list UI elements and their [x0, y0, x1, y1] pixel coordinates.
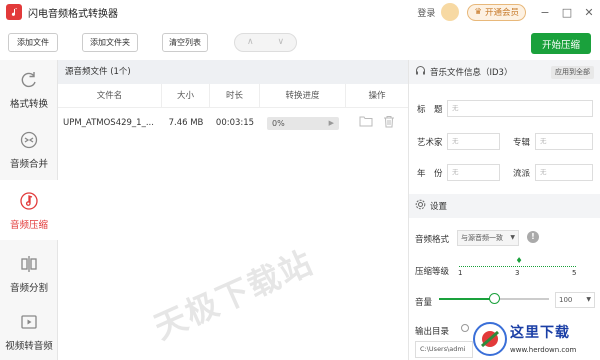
toolbar: 添加文件 添加文件夹 清空列表 ∧ ∨ 开始压缩 [0, 28, 600, 58]
chevron-down-icon: ▼ [586, 296, 591, 303]
artist-label: 艺术家 [417, 138, 443, 148]
year-label: 年 份 [417, 169, 443, 179]
table-row[interactable]: UPM_ATMOS429_1_... 7.46 MB 00:03:15 0% ▶ [58, 111, 408, 135]
file-duration: 00:03:15 [215, 118, 255, 128]
col-header-filename: 文件名 [58, 84, 162, 107]
vip-button[interactable]: ♛ 开通会员 [467, 3, 526, 21]
gear-icon [415, 199, 426, 213]
login-link[interactable]: 登录 [417, 6, 435, 19]
artist-field[interactable]: 无 [447, 133, 500, 150]
brand-url: www.herdown.com [510, 346, 577, 354]
sidebar-item-label: 音频压缩 [9, 219, 48, 231]
app-title: 闪电音频格式转换器 [28, 8, 118, 20]
volume-knob[interactable] [488, 293, 500, 304]
watermark-text: 天极下载站 [148, 242, 320, 347]
col-header-size: 大小 [162, 84, 210, 107]
settings-title: 设置 [430, 202, 448, 212]
add-folder-button[interactable]: 添加文件夹 [82, 33, 138, 52]
id3-section-header: 音乐文件信息（ID3） 应用到全部 [409, 60, 600, 84]
file-size: 7.46 MB [168, 118, 204, 128]
title-bar: 闪电音频格式转换器 登录 ♛ 开通会员 − □ ✕ [0, 0, 600, 24]
output-path-field[interactable]: C:\Users\admi [415, 341, 473, 358]
play-icon[interactable]: ▶ [329, 117, 334, 130]
title-field[interactable]: 无 [447, 100, 593, 117]
sidebar-item-video-to-audio[interactable]: 视频转音频 [0, 302, 58, 360]
sidebar-item-label: 格式转换 [9, 98, 48, 110]
folder-icon[interactable] [359, 115, 373, 131]
level-knob[interactable]: ♦ [516, 257, 523, 265]
close-button[interactable]: ✕ [578, 6, 600, 19]
start-compress-button[interactable]: 开始压缩 [531, 33, 591, 54]
maximize-button[interactable]: □ [556, 6, 578, 19]
format-select-value: 与源音频一致 [461, 234, 503, 242]
level-tick-mid: 3 [515, 269, 520, 277]
sidebar: 格式转换 音频合并 音频压缩 音频分割 视频转音频 [0, 60, 58, 360]
nav-down-button[interactable]: ∨ [266, 34, 297, 51]
chevron-down-icon: ▼ [510, 234, 515, 241]
nav-up-button[interactable]: ∧ [235, 34, 266, 51]
output-label: 输出目录 [415, 327, 450, 337]
album-field[interactable]: 无 [535, 133, 593, 150]
vip-label: 开通会员 [484, 8, 519, 18]
level-label: 压缩等级 [415, 267, 450, 277]
format-label: 音频格式 [415, 235, 450, 245]
col-header-progress: 转换进度 [260, 84, 346, 107]
genre-field[interactable]: 无 [535, 164, 593, 181]
music-note-icon [18, 190, 40, 212]
level-tick-max: 5 [572, 269, 577, 277]
genre-label: 流派 [513, 169, 531, 179]
volume-slider[interactable] [439, 293, 549, 305]
minimize-button[interactable]: − [534, 6, 556, 19]
split-icon [18, 253, 40, 275]
title-label: 标 题 [417, 105, 443, 115]
volume-label: 音量 [415, 298, 433, 308]
year-field[interactable]: 无 [447, 164, 500, 181]
avatar[interactable] [441, 3, 460, 21]
apply-all-button[interactable]: 应用到全部 [551, 66, 594, 79]
sidebar-item-label: 音频合并 [9, 158, 48, 170]
settings-section-header: 设置 [409, 194, 600, 218]
volume-fill [439, 298, 494, 300]
id3-title: 音乐文件信息（ID3） [430, 68, 513, 78]
file-table-header: 文件名 大小 时长 转换进度 操作 [58, 84, 408, 108]
sidebar-item-format-convert[interactable]: 格式转换 [0, 60, 58, 118]
app-logo-icon [6, 4, 22, 20]
format-select[interactable]: 与源音频一致 ▼ [457, 230, 519, 246]
add-file-button[interactable]: 添加文件 [8, 33, 58, 52]
col-header-actions: 操作 [368, 91, 386, 101]
level-tick-min: 1 [458, 269, 463, 277]
volume-select-value: 100 [559, 296, 573, 304]
file-list-panel: 源音频文件 (1个) 文件名 大小 时长 转换进度 操作 UPM_ATMOS42… [58, 60, 408, 360]
progress-bar: 0% ▶ [267, 116, 339, 130]
right-panel: 音乐文件信息（ID3） 应用到全部 标 题 无 艺术家 无 专辑 无 年 份 无… [408, 60, 600, 360]
crown-icon: ♛ [474, 7, 482, 17]
file-list-header: 源音频文件 (1个) [58, 60, 408, 84]
file-name: UPM_ATMOS429_1_... [63, 118, 154, 128]
level-slider[interactable]: ♦ [459, 257, 576, 269]
brand-logo: 这里下载 www.herdown.com [470, 318, 600, 360]
progress-text: 0% [272, 118, 285, 128]
sidebar-item-audio-merge[interactable]: 音频合并 [0, 120, 58, 178]
col-header-duration: 时长 [210, 84, 260, 107]
sidebar-item-audio-compress[interactable]: 音频压缩 [0, 180, 58, 240]
merge-icon [18, 129, 40, 151]
info-icon[interactable]: ! [527, 231, 539, 243]
sidebar-item-label: 视频转音频 [5, 340, 53, 352]
radio-icon[interactable] [461, 324, 469, 332]
sidebar-item-audio-split[interactable]: 音频分割 [0, 244, 58, 302]
headphones-icon [415, 65, 426, 79]
refresh-icon [18, 69, 40, 91]
clear-list-button[interactable]: 清空列表 [162, 33, 208, 52]
sidebar-item-label: 音频分割 [9, 282, 48, 294]
brand-text: 这里下载 [510, 325, 570, 341]
volume-select[interactable]: 100 ▼ [555, 292, 595, 308]
video-icon [18, 311, 40, 333]
trash-icon[interactable] [383, 115, 395, 131]
nav-button-group: ∧ ∨ [234, 33, 297, 52]
album-label: 专辑 [513, 138, 531, 148]
